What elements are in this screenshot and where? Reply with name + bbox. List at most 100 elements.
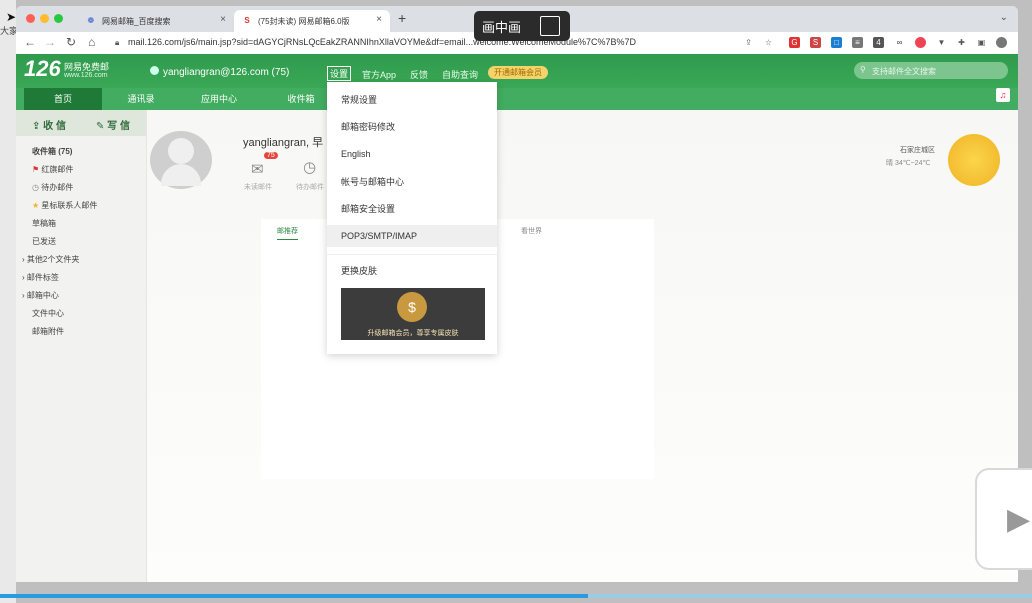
settings-link[interactable]: 设置	[327, 66, 352, 81]
folder-attachments[interactable]: 邮箱附件	[32, 326, 64, 337]
compose-row: ⇪ 收 信 ✎ 写 信	[16, 110, 146, 136]
receive-icon: ⇪	[32, 121, 41, 132]
logo-number: 126	[24, 56, 61, 81]
lock-icon: 🔒︎	[115, 38, 120, 47]
settings-dropdown: 常规设置 邮箱密码修改 English 帐号与邮箱中心 邮箱安全设置 POP3/…	[327, 82, 497, 354]
menu-change-password[interactable]: 邮箱密码修改	[327, 116, 497, 138]
clock-icon[interactable]: ◷	[303, 158, 316, 176]
extension-icon[interactable]: ▼	[936, 37, 947, 48]
folder-label: 收件箱	[32, 147, 56, 156]
folder-file-center[interactable]: 文件中心	[32, 308, 64, 319]
nav-contacts[interactable]: 通讯录	[102, 88, 180, 110]
folder-flagged[interactable]: ⚑ 红旗邮件	[32, 164, 73, 175]
chevron-right-icon: ›	[22, 273, 25, 282]
tab-recommend[interactable]: 邮推荐	[277, 226, 298, 240]
minimize-window-button[interactable]	[40, 14, 49, 23]
skin-promo-text: 升级邮箱会员，尊享专属皮肤	[367, 330, 459, 337]
close-window-button[interactable]	[26, 14, 35, 23]
menu-english[interactable]: English	[327, 143, 497, 165]
extension-icon[interactable]: S	[810, 37, 821, 48]
red-flag-icon: ⚑	[32, 165, 40, 174]
home-icon[interactable]: ⌂	[88, 35, 95, 49]
back-arrow-icon[interactable]: ←	[24, 35, 36, 49]
close-tab-icon[interactable]: ×	[376, 14, 382, 25]
unread-label[interactable]: 未读邮件	[244, 182, 272, 192]
nav-home[interactable]: 首页	[24, 88, 102, 110]
menu-pop3-smtp-imap[interactable]: POP3/SMTP/IMAP	[327, 225, 497, 247]
extension-icon[interactable]: ≡	[852, 37, 863, 48]
tab-title: 网易邮箱_百度搜索	[102, 16, 171, 26]
browser-tab-baidu[interactable]: ❁ 网易邮箱_百度搜索 ×	[78, 10, 234, 32]
menu-account-center[interactable]: 帐号与邮箱中心	[327, 171, 497, 193]
menu-general-settings[interactable]: 常规设置	[327, 89, 497, 111]
todo-label[interactable]: 待办邮件	[296, 182, 324, 192]
folder-other[interactable]: › 其他2个文件夹	[22, 254, 79, 265]
nav-app-center[interactable]: 应用中心	[180, 88, 258, 110]
envelope-icon[interactable]: ✉	[251, 160, 264, 178]
compose-button[interactable]: ✎ 写 信	[96, 117, 130, 132]
folder-count: (75)	[58, 147, 73, 156]
forward-arrow-icon[interactable]: →	[44, 35, 56, 49]
greeting: yangliangran, 早	[243, 137, 324, 149]
user-status-icon	[150, 66, 159, 75]
receive-label: 收 信	[43, 121, 66, 132]
compose-icon: ✎	[96, 121, 105, 132]
video-progress-fill	[0, 594, 589, 598]
tab-world[interactable]: 看世界	[521, 226, 542, 236]
folder-drafts[interactable]: 草稿箱	[32, 218, 56, 229]
vip-button[interactable]: 开通邮箱会员	[488, 66, 548, 79]
pip-restore-icon	[540, 16, 560, 36]
folder-sent[interactable]: 已发送	[32, 236, 56, 247]
search-placeholder: 支持邮件全文搜索	[872, 67, 936, 76]
zoom-window-button[interactable]	[54, 14, 63, 23]
tab-list-chevron-icon[interactable]: ⌄	[1000, 12, 1008, 23]
music-icon[interactable]: ♫	[996, 88, 1010, 102]
extension-icon[interactable]: G	[789, 37, 800, 48]
feedback-link[interactable]: 反馈	[410, 68, 428, 81]
compose-label: 写 信	[107, 121, 130, 132]
mail-search-input[interactable]: ⚲ 支持邮件全文搜索	[854, 62, 1008, 79]
extension-icon[interactable]	[915, 37, 926, 48]
coin-icon: $	[397, 292, 427, 322]
avatar-head	[168, 138, 194, 164]
close-tab-icon[interactable]: ×	[220, 14, 226, 25]
user-account[interactable]: yangliangran@126.com (75)	[163, 67, 289, 78]
folder-tags[interactable]: › 邮件标签	[22, 272, 59, 283]
mail-nav: 首页 通讯录 应用中心 收件箱	[16, 88, 1018, 110]
picture-in-picture-button[interactable]: 画中画	[474, 11, 570, 41]
unread-badge: 75	[264, 152, 278, 159]
search-icon: ⚲	[860, 65, 866, 74]
new-tab-icon[interactable]: +	[398, 10, 406, 26]
clock-icon: ◷	[32, 183, 39, 192]
skin-promo-banner[interactable]: $ 升级邮箱会员，尊享专属皮肤	[341, 288, 485, 340]
logo-url: www.126.com	[64, 72, 108, 79]
bookmark-star-icon[interactable]: ☆	[763, 37, 774, 48]
extension-icon[interactable]: 4	[873, 37, 884, 48]
folder-label: 邮箱中心	[26, 291, 59, 300]
sidepanel-icon[interactable]: ▣	[976, 37, 987, 48]
folder-mail-center[interactable]: › 邮箱中心	[22, 290, 59, 301]
menu-divider	[327, 254, 497, 255]
play-triangle-icon: ▶	[1007, 503, 1031, 536]
extension-icon[interactable]: ∞	[894, 37, 905, 48]
official-app-link[interactable]: 官方App	[362, 68, 396, 81]
netease-icon: S	[244, 16, 250, 25]
extension-icon[interactable]: □	[831, 37, 842, 48]
video-play-icon[interactable]: ▶	[975, 468, 1032, 570]
menu-security-settings[interactable]: 邮箱安全设置	[327, 198, 497, 220]
tab-title: (75封未读) 网易邮箱6.0版	[258, 16, 350, 26]
folder-todo[interactable]: ◷ 待办邮件	[32, 182, 73, 193]
browser-tab-mail[interactable]: S (75封未读) 网易邮箱6.0版 ×	[234, 10, 390, 32]
folder-starred[interactable]: ★ 星标联系人邮件	[32, 200, 97, 211]
puzzle-icon[interactable]: ✚	[956, 37, 967, 48]
chevron-right-icon: ›	[22, 291, 25, 300]
weather-temp: 晴 34℃~24℃	[886, 160, 931, 167]
profile-avatar-icon[interactable]	[996, 37, 1007, 48]
folder-inbox[interactable]: 收件箱 (75)	[32, 146, 72, 157]
self-service-link[interactable]: 自助查询	[442, 68, 478, 81]
mouse-cursor-icon: ➤	[6, 10, 17, 24]
menu-change-skin[interactable]: 更换皮肤	[327, 260, 497, 282]
receive-button[interactable]: ⇪ 收 信	[32, 117, 66, 132]
reload-icon[interactable]: ↻	[66, 35, 76, 49]
share-icon[interactable]: ⇪	[743, 37, 754, 48]
